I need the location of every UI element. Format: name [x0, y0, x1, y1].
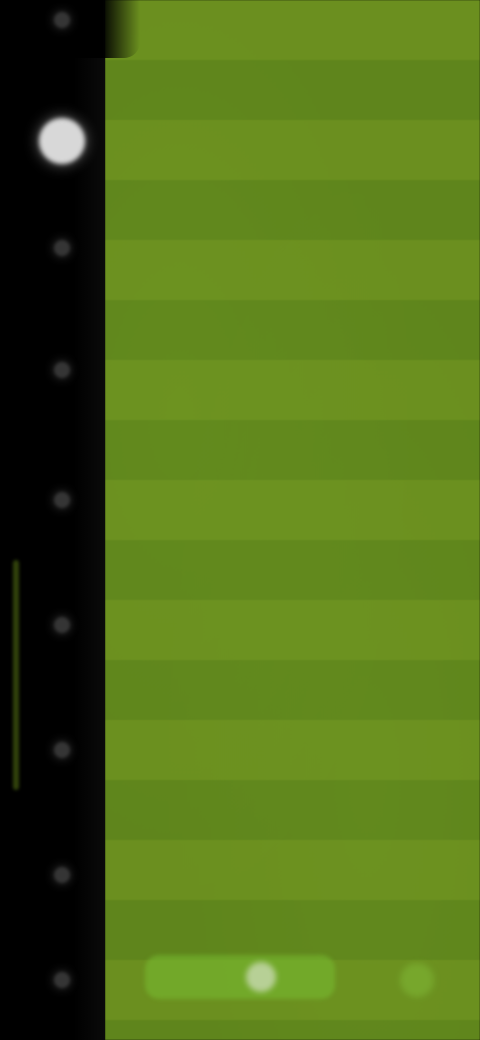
- circle-button-icon[interactable]: [400, 963, 434, 997]
- rail-icon-9[interactable]: [54, 972, 70, 988]
- rail-top-tab: [0, 0, 140, 58]
- rail-icon-2[interactable]: [39, 118, 85, 164]
- main-canvas: [105, 0, 480, 1040]
- rail-accent-line: [13, 560, 19, 790]
- rail-icon-7[interactable]: [54, 742, 70, 758]
- rail-icon-1[interactable]: [54, 12, 70, 28]
- rail-icon-4[interactable]: [54, 362, 70, 378]
- app-root: [0, 0, 480, 1040]
- slider-knob-icon[interactable]: [246, 962, 276, 992]
- left-rail: [0, 0, 140, 1040]
- bottom-slider-track[interactable]: [145, 955, 335, 999]
- rail-icon-5[interactable]: [54, 492, 70, 508]
- rail-icon-3[interactable]: [54, 240, 70, 256]
- rail-icon-6[interactable]: [54, 617, 70, 633]
- rail-icon-8[interactable]: [54, 867, 70, 883]
